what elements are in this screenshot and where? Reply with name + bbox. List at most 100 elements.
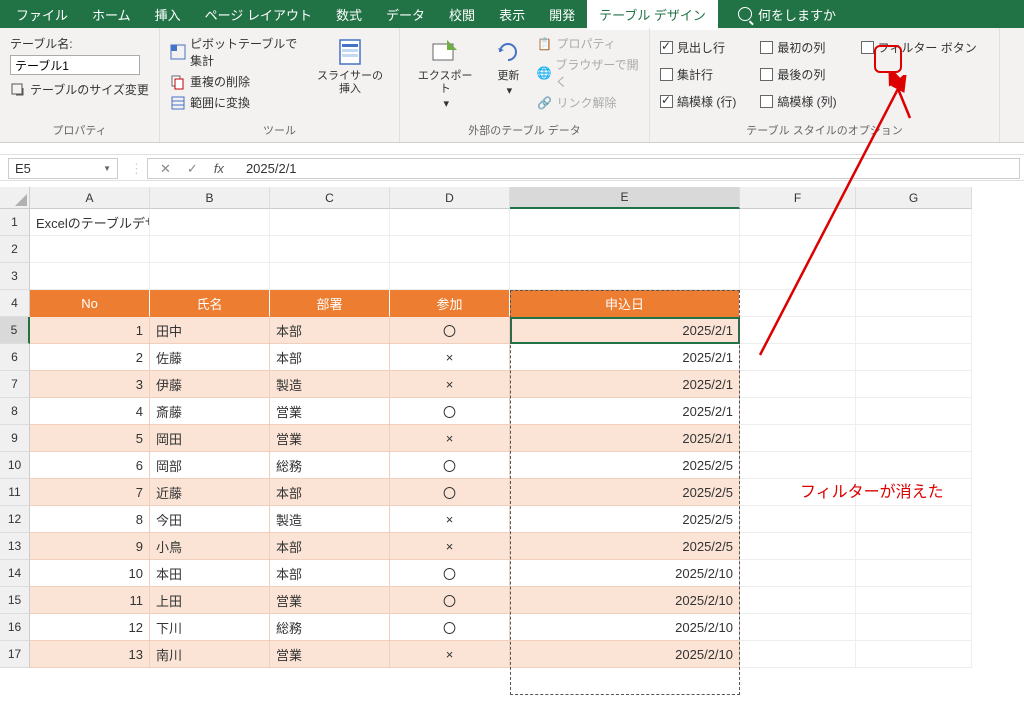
menu-item-6[interactable]: 校閲 [437,0,487,30]
convert-range-button[interactable]: 範囲に変換 [170,93,305,112]
col-header-C[interactable]: C [270,187,390,209]
row-header-10[interactable]: 10 [0,452,30,479]
annotation-text: フィルターが消えた [800,478,944,502]
header-row-checkbox[interactable]: 見出し行 [660,38,736,57]
table-row: 12下川総務〇2025/2/10 [30,614,1024,641]
group-label: 外部のテーブル データ [410,120,639,140]
unlink-icon: 🔗 [536,95,552,111]
slicer-icon [334,36,366,68]
refresh-icon [492,36,524,68]
annotation-arrow-2 [882,73,922,123]
fx-button[interactable]: fx [206,161,232,177]
table-header-1[interactable]: 氏名 [150,290,270,317]
table-row: 6岡部総務〇2025/2/5 [30,452,1024,479]
menu-item-2[interactable]: 挿入 [143,0,193,30]
menu-item-7[interactable]: 表示 [487,0,537,30]
table-header-3[interactable]: 参加 [390,290,510,317]
row-header-17[interactable]: 17 [0,641,30,668]
name-box[interactable]: E5 ▼ [8,158,118,179]
checkbox-icon [760,41,773,54]
row-header-3[interactable]: 3 [0,263,30,290]
menu-item-4[interactable]: 数式 [324,0,374,30]
pivot-button[interactable]: ピボットテーブルで集計 [170,34,305,70]
tell-me[interactable]: 何をしますか [738,5,836,24]
table-name-input[interactable] [10,55,140,75]
total-row-checkbox[interactable]: 集計行 [660,65,736,84]
table-row: 9小鳥本部×2025/2/5 [30,533,1024,560]
tell-me-label: 何をしますか [758,5,836,24]
enter-button[interactable]: ✓ [179,161,206,177]
checkbox-icon [660,68,673,81]
checkbox-icon [660,95,673,108]
row-header-6[interactable]: 6 [0,344,30,371]
cell-A1[interactable]: Excelのテーブルデザイン [30,209,150,236]
open-browser-button: 🌐ブラウザーで開く [536,55,639,91]
select-all-corner[interactable] [0,187,30,209]
checkbox-icon [660,41,673,54]
table-row: 11上田営業〇2025/2/10 [30,587,1024,614]
chevron-down-icon: ▾ [443,98,449,111]
table-header-0[interactable]: No [30,290,150,317]
cancel-button[interactable]: ✕ [152,161,179,177]
menu-item-3[interactable]: ページ レイアウト [193,0,324,30]
range-icon [170,95,186,111]
row-header-14[interactable]: 14 [0,560,30,587]
table-row: 5岡田営業×2025/2/1 [30,425,1024,452]
menu-bar: ファイルホーム挿入ページ レイアウト数式データ校閲表示開発テーブル デザイン 何… [0,0,1024,28]
ribbon-group-external: エクスポート ▾ 更新 ▾ 📋プロパティ 🌐ブラウザーで開く 🔗リンク解除 外部… [400,28,650,142]
ribbon-group-properties: テーブル名: テーブルのサイズ変更 プロパティ [0,28,160,142]
table-name-label: テーブル名: [10,34,149,53]
menu-item-0[interactable]: ファイル [4,0,80,30]
table-header-4[interactable]: 申込日 [510,290,740,317]
col-header-B[interactable]: B [150,187,270,209]
annotation-box [874,45,902,73]
properties-icon: 📋 [536,36,552,52]
group-label: ツール [170,120,389,140]
refresh-button[interactable]: 更新 ▾ [486,34,530,100]
col-header-A[interactable]: A [30,187,150,209]
remove-dup-button[interactable]: 重複の削除 [170,72,305,91]
slicer-button[interactable]: スライサーの 挿入 [311,34,389,98]
menu-item-9[interactable]: テーブル デザイン [587,0,718,30]
row-header-16[interactable]: 16 [0,614,30,641]
menu-item-8[interactable]: 開発 [537,0,587,30]
ribbon-group-tools: ピボットテーブルで集計 重複の削除 範囲に変換 スライサーの 挿入 ツール [160,28,400,142]
col-header-E[interactable]: E [510,187,740,209]
table-row: 4斎藤営業〇2025/2/1 [30,398,1024,425]
checkbox-icon [861,41,874,54]
unlink-button: 🔗リンク解除 [536,93,639,112]
properties-button[interactable]: 📋プロパティ [536,34,639,53]
row-header-7[interactable]: 7 [0,371,30,398]
banded-rows-checkbox[interactable]: 縞模様 (行) [660,92,736,111]
resize-icon [10,82,26,98]
row-header-4[interactable]: 4 [0,290,30,317]
table-header-2[interactable]: 部署 [270,290,390,317]
browser-icon: 🌐 [536,65,551,81]
col-header-D[interactable]: D [390,187,510,209]
table-row: 10本田本部〇2025/2/10 [30,560,1024,587]
menu-item-1[interactable]: ホーム [80,0,143,30]
table-row: 13南川営業×2025/2/10 [30,641,1024,668]
table-row: 8今田製造×2025/2/5 [30,506,1024,533]
row-header-5[interactable]: 5 [0,317,30,344]
row-header-2[interactable]: 2 [0,236,30,263]
resize-table-button[interactable]: テーブルのサイズ変更 [10,77,149,99]
row-header-8[interactable]: 8 [0,398,30,425]
group-label: プロパティ [10,120,149,140]
chevron-down-icon: ▼ [103,164,111,173]
row-header-12[interactable]: 12 [0,506,30,533]
export-button[interactable]: エクスポート ▾ [410,34,480,114]
lightbulb-icon [738,7,752,21]
chevron-down-icon: ▾ [507,85,513,98]
row-header-11[interactable]: 11 [0,479,30,506]
table-row: 3伊藤製造×2025/2/1 [30,371,1024,398]
first-col-checkbox[interactable]: 最初の列 [760,38,836,57]
row-header-15[interactable]: 15 [0,587,30,614]
pivot-icon [170,44,186,60]
row-header-1[interactable]: 1 [0,209,30,236]
remove-dup-icon [170,74,186,90]
export-icon [429,36,461,68]
row-header-13[interactable]: 13 [0,533,30,560]
menu-item-5[interactable]: データ [374,0,437,30]
row-header-9[interactable]: 9 [0,425,30,452]
